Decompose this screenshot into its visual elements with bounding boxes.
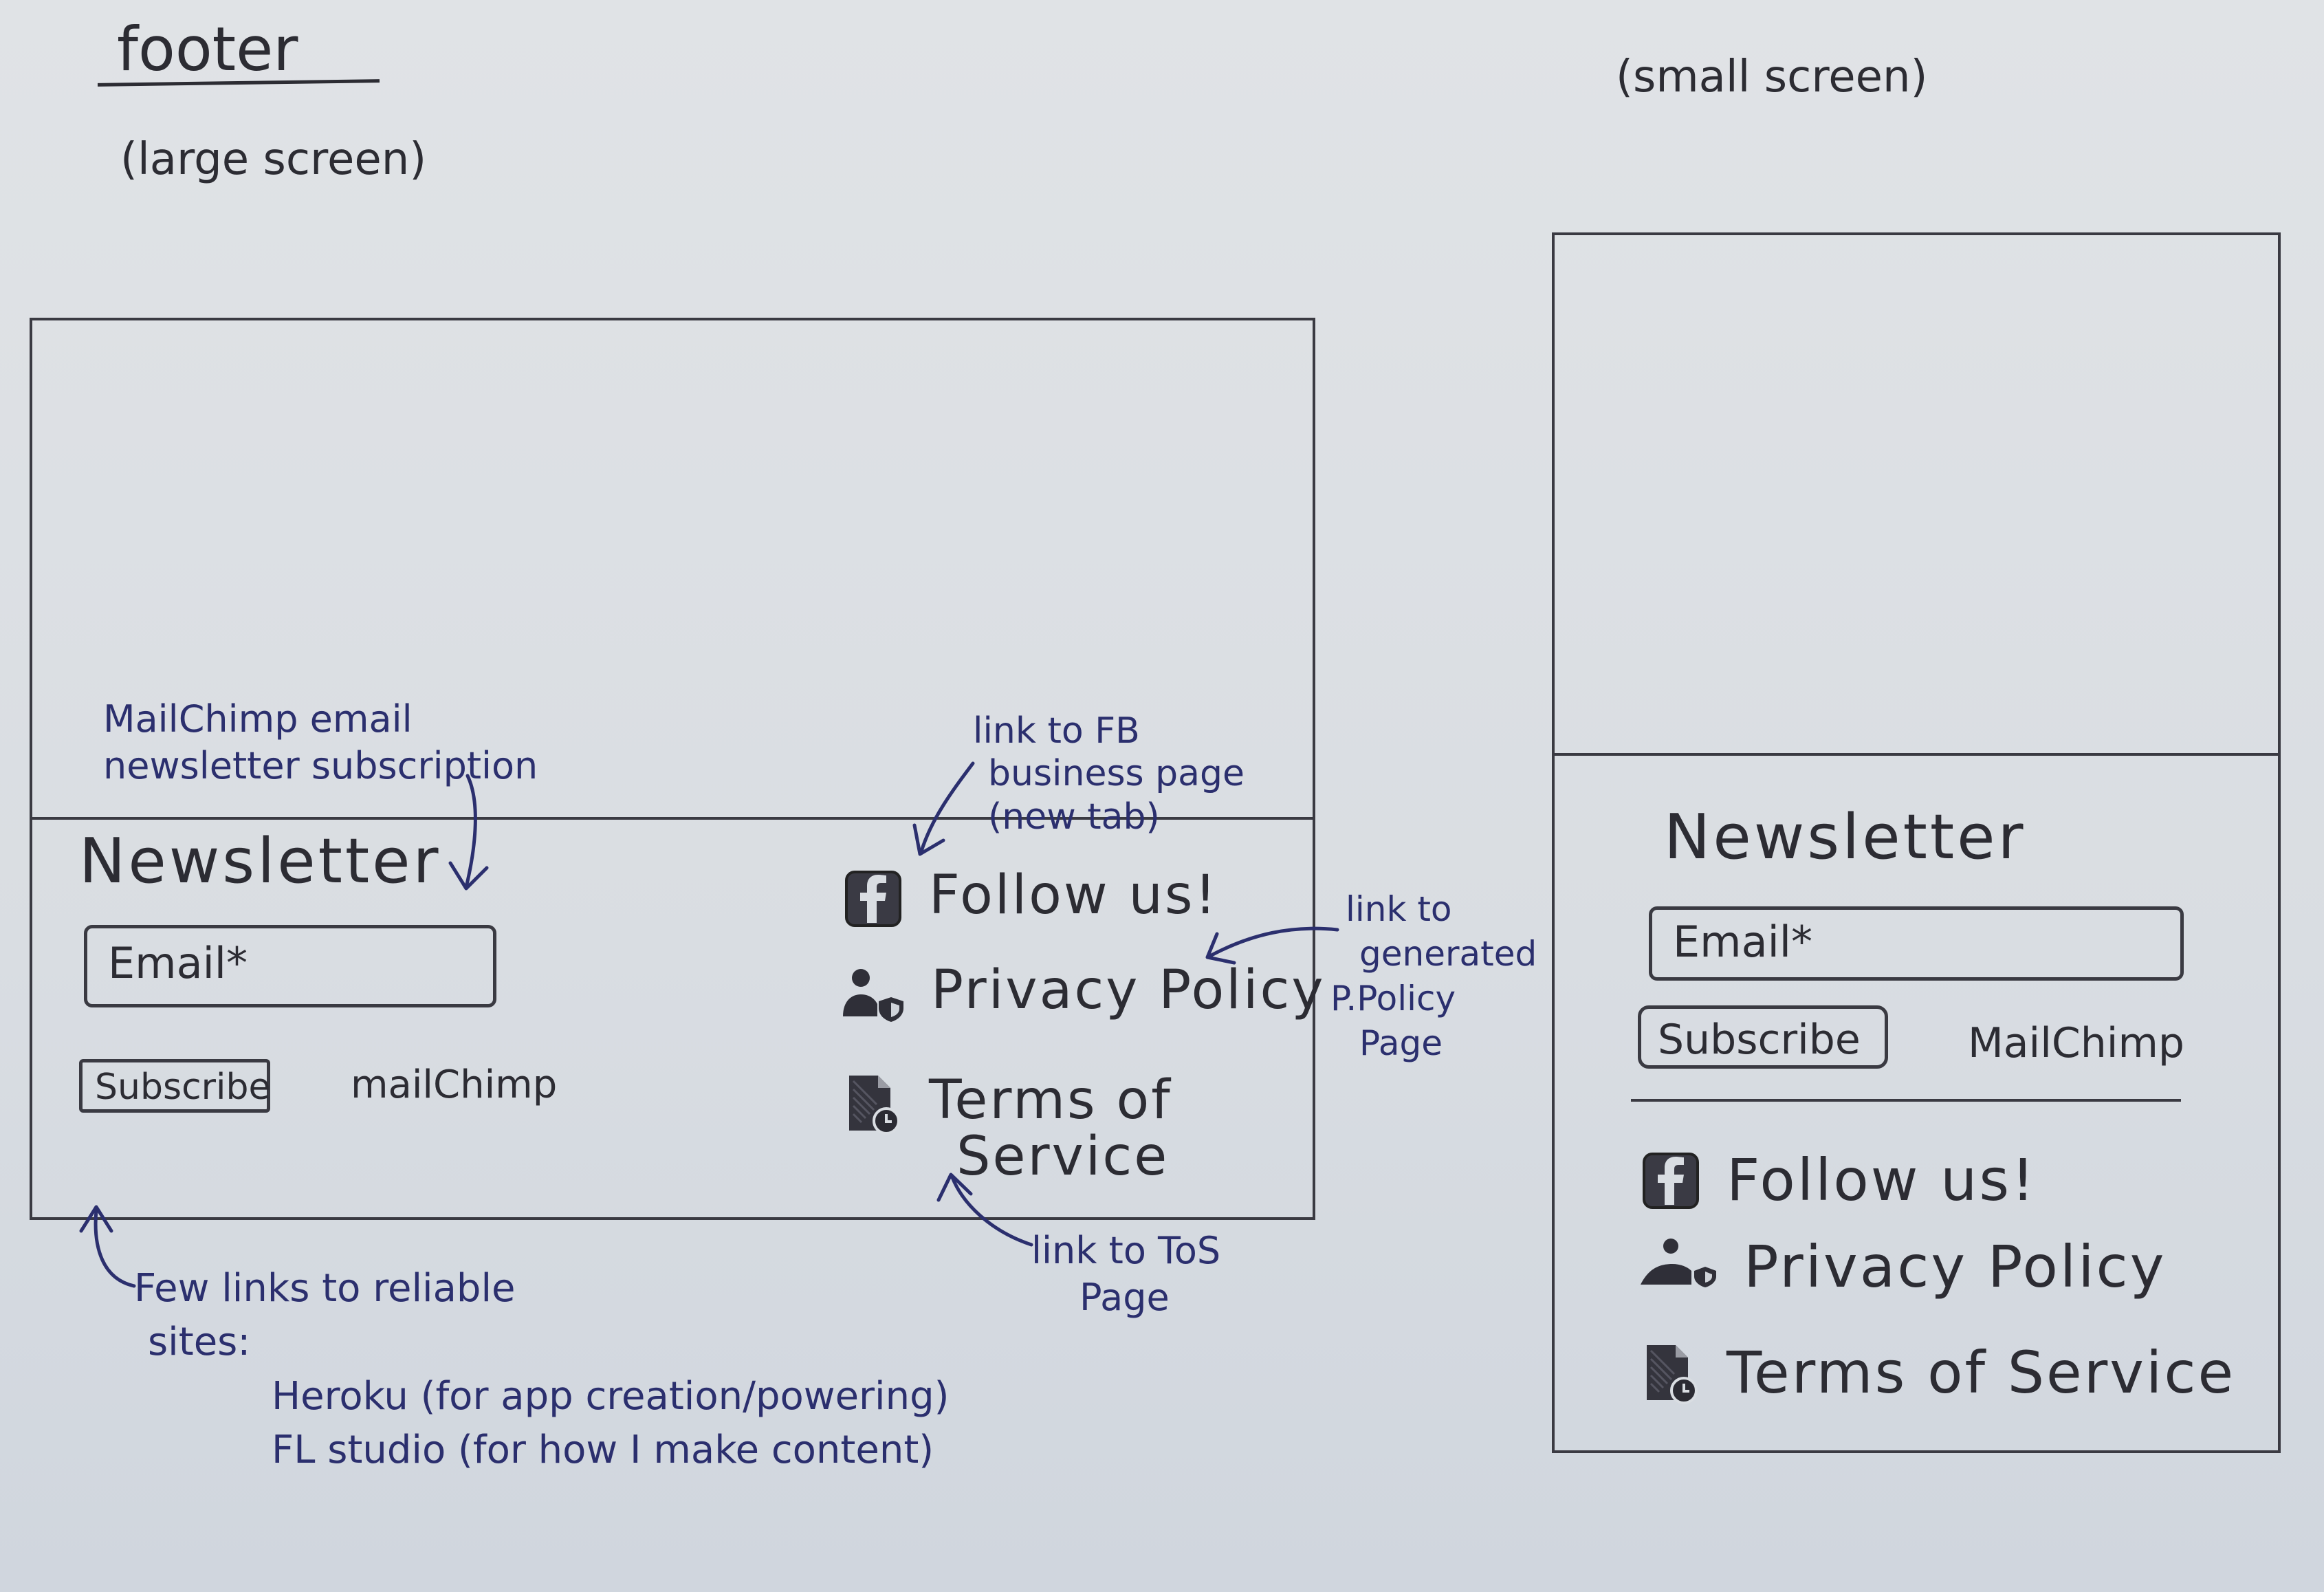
fb-note-arrow bbox=[919, 761, 975, 853]
privacy-note-arrow bbox=[1208, 926, 1339, 958]
sites-note-arrow bbox=[94, 1208, 136, 1288]
mailchimp-note-arrow bbox=[464, 774, 477, 889]
annotation-arrows bbox=[79, 761, 1339, 1288]
tos-note-arrowhead bbox=[936, 1173, 973, 1202]
privacy-note-arrowhead bbox=[1205, 932, 1236, 965]
